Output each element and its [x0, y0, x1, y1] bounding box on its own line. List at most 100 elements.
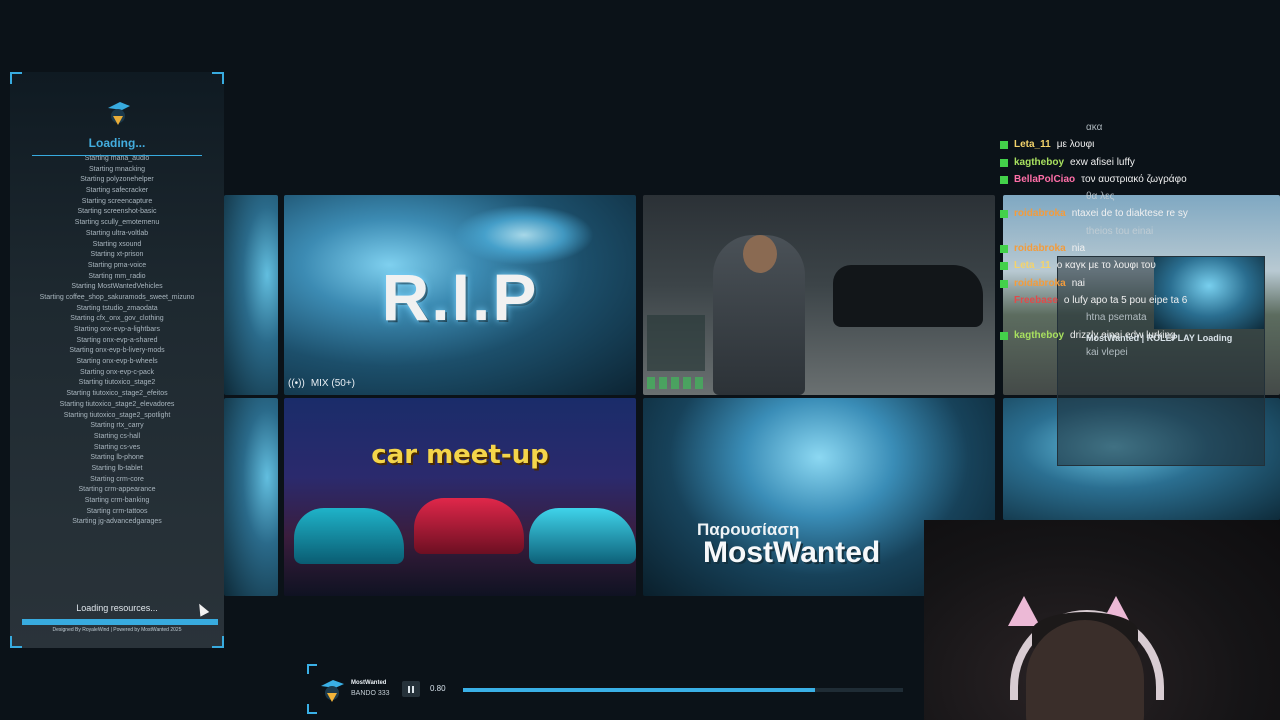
chat-text: kai vlepei	[1086, 346, 1128, 358]
chat-message: roidabroka ntaxei de to diaktese re sy	[1000, 208, 1280, 220]
pause-icon	[412, 685, 414, 693]
chat-text: με λουφι	[1056, 139, 1095, 151]
resource-item: Starting tiutoxico_stage2	[78, 379, 156, 387]
loading-progress-bar	[22, 619, 218, 625]
resource-item: Starting cfx_onx_gov_clothing	[70, 315, 164, 323]
broadcast-icon: ((•))	[288, 378, 305, 389]
kick-badge-icon	[1000, 141, 1008, 150]
car-shape	[529, 508, 636, 564]
chat-text: ακα	[1086, 122, 1103, 133]
chat-text: θα λες	[1086, 191, 1115, 203]
panel-corner	[10, 636, 22, 648]
chat-username[interactable]: Leta_11	[1014, 260, 1051, 272]
mostwanted-logo-icon	[108, 102, 130, 125]
resource-item: Starting cs-hall	[93, 432, 141, 440]
resource-item: Starting xsound	[92, 240, 142, 248]
chat-username[interactable]: kagtheboy	[1014, 157, 1064, 169]
kick-badge-icon	[1000, 175, 1008, 184]
chat-message: Freebase o lufy apo ta 5 pou eipe ta 6	[1000, 295, 1280, 307]
chat-message: Leta_11 με λουφι	[1000, 139, 1280, 151]
panel-corner	[212, 636, 224, 648]
chat-message: htna psemata	[1000, 312, 1280, 324]
resource-list: Starting mana_audio Starting mnacking Star…	[10, 154, 224, 528]
chat-username[interactable]: Leta_11	[1014, 139, 1051, 151]
chat-username[interactable]: kagtheboy	[1014, 330, 1064, 342]
chat-overlay: ακα Leta_11 με λουφι kagtheboy exw afisei lu…	[1000, 122, 1280, 364]
pause-icon	[408, 685, 410, 693]
character-head	[743, 235, 777, 273]
kick-badge-icon	[1000, 245, 1008, 254]
pause-button[interactable]	[402, 681, 420, 697]
loading-progress-fill	[22, 619, 218, 625]
chat-message: BellaPolCiao τον αυστριακό ζωγράφο	[1000, 174, 1280, 186]
credits-text: Designed By RoyaleWind | Powered by Most…	[52, 627, 182, 633]
chat-text: nai	[1071, 277, 1086, 289]
chat-text: theios tou einai	[1086, 225, 1154, 237]
chat-text: exw afisei luffy	[1070, 156, 1135, 168]
chat-username[interactable]: roidabroka	[1014, 278, 1066, 290]
loading-panel: Loading... Starting mana_audio Starting m…	[10, 72, 224, 648]
resource-item: Starting scully_emotemenu	[74, 219, 160, 227]
resource-item: Starting xt-prison	[90, 251, 144, 259]
loading-status: Loading resources...	[76, 603, 158, 613]
resource-item: Starting crm-banking	[84, 497, 150, 504]
resource-item: Starting cs-ves	[93, 443, 141, 451]
chat-message: ακα	[1000, 122, 1280, 134]
resource-item: Starting onx-evp-c-pack	[80, 368, 154, 376]
minimap	[647, 315, 705, 371]
chat-message: kai vlepei	[1000, 347, 1280, 359]
album-cover-icon	[321, 680, 344, 702]
car-meet-caption: car meet-up	[371, 440, 549, 470]
kick-badge-icon	[1000, 331, 1008, 340]
chat-message: kagtheboy exw afisei luffy	[1000, 157, 1280, 169]
resource-item: Starting tiutoxico_stage2_spotlight	[63, 411, 171, 419]
resource-item: Starting screencapture	[81, 197, 153, 205]
resource-item: Starting screenshot-basic	[77, 208, 157, 216]
chat-message: roidabroka nai	[1000, 278, 1280, 290]
player-artist: MostWanted	[351, 680, 387, 686]
volume-value[interactable]: 0.80	[430, 684, 446, 693]
resource-item: Starting tstudio_zmaodata	[76, 304, 158, 312]
track-progress-fill	[463, 688, 815, 692]
chat-username[interactable]: BellaPolCiao	[1014, 174, 1075, 186]
kick-badge-icon	[1000, 279, 1008, 288]
hud-icons	[647, 377, 707, 389]
resource-item: Starting onx-evp-b-wheels	[76, 358, 158, 366]
gallery-tile-gameplay	[643, 195, 995, 395]
chat-message: Leta_11 ο καγκ με το λουφι του	[1000, 260, 1280, 272]
resource-item: Starting safecracker	[85, 187, 149, 195]
loading-title: Loading...	[88, 136, 146, 150]
mix-label: ((•)) MIX (50+)	[288, 378, 355, 389]
gallery-tile	[224, 195, 278, 395]
resource-item: Starting mnacking	[88, 165, 146, 173]
track-progress-bar[interactable]	[463, 688, 903, 692]
gallery-tile-rip: R.I.P ((•)) MIX (50+)	[284, 195, 636, 395]
kick-badge-icon	[1000, 262, 1008, 271]
resource-item: Starting MostWantedVehicles	[71, 283, 163, 291]
gallery-tile-car-meet: car meet-up	[284, 398, 636, 596]
chat-text: o lufy apo ta 5 pou eipe ta 6	[1063, 294, 1188, 306]
chat-username[interactable]: roidabroka	[1014, 208, 1066, 220]
resource-item: Starting lb-tablet	[91, 464, 143, 472]
music-player: MostWanted BANDO 333 0.80	[307, 664, 907, 714]
resource-item: Starting crm-tattoos	[86, 507, 148, 515]
car-shape	[294, 508, 404, 564]
kick-badge-icon	[1000, 158, 1008, 167]
resource-item: Starting tiutoxico_stage2_elevadores	[59, 400, 175, 408]
divider	[32, 155, 202, 156]
resource-item: Starting ultra-voltlab	[85, 229, 149, 237]
car-shape	[833, 265, 983, 327]
gallery-tile	[224, 398, 278, 596]
chat-text: nia	[1071, 243, 1086, 255]
chat-username[interactable]: Freebase	[1014, 295, 1058, 307]
chat-username[interactable]: roidabroka	[1014, 243, 1066, 255]
resource-item: Starting jg-advancedgarages	[72, 518, 162, 526]
resource-item: Starting lb-phone	[90, 454, 144, 462]
chat-message: roidabroka nia	[1000, 243, 1280, 255]
rip-artwork	[454, 205, 594, 265]
chat-text: ntaxei de to diaktese re sy	[1071, 208, 1188, 220]
resource-item: Starting rtx_carry	[90, 422, 144, 430]
resource-item: Starting crm-appearance	[78, 486, 156, 494]
resource-item: Starting onx-evp-a-shared	[76, 336, 158, 344]
player-track: BANDO 333	[351, 690, 390, 697]
